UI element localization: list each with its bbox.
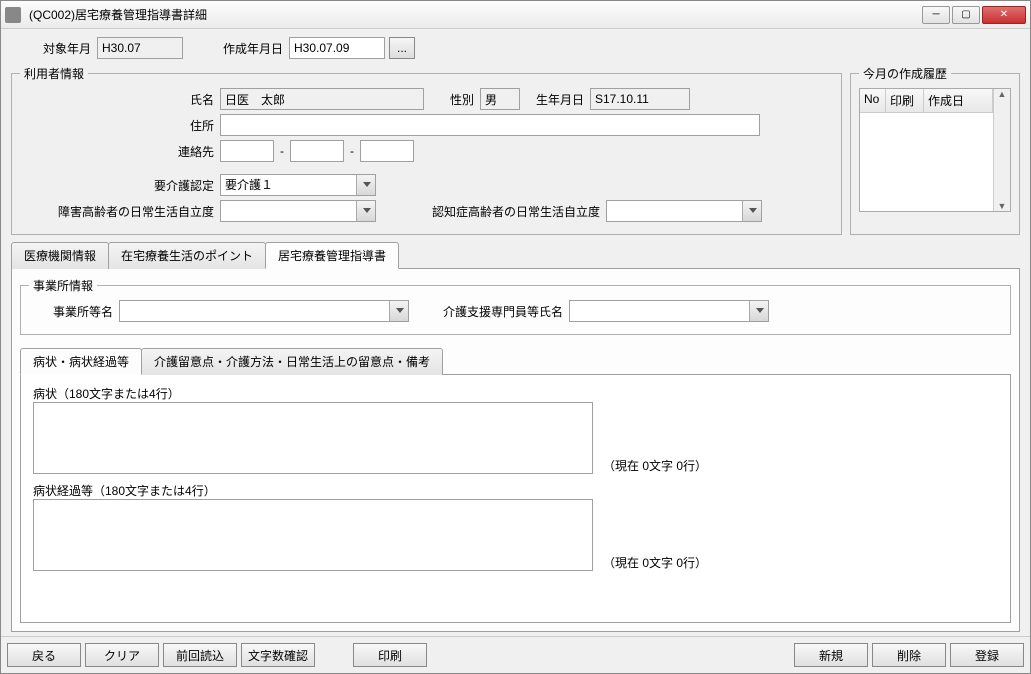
created-date-label: 作成年月日 bbox=[183, 40, 289, 57]
name-label: 氏名 bbox=[20, 91, 220, 108]
contact-field-1[interactable] bbox=[220, 140, 274, 162]
history-body[interactable] bbox=[860, 113, 993, 211]
app-icon bbox=[5, 7, 21, 23]
date-picker-button[interactable]: ... bbox=[389, 37, 415, 59]
history-col-no: No bbox=[860, 89, 886, 112]
care-mgr-label: 介護支援専門員等氏名 bbox=[409, 303, 569, 320]
condition-textarea[interactable] bbox=[33, 402, 593, 474]
dementia-adl-label: 認知症高齢者の日常生活自立度 bbox=[376, 203, 606, 220]
office-name-select[interactable] bbox=[119, 300, 409, 322]
sex-field[interactable] bbox=[480, 88, 520, 110]
history-col-print: 印刷 bbox=[886, 89, 924, 112]
care-level-select[interactable]: 要介護１ bbox=[220, 174, 376, 196]
history-col-date: 作成日 bbox=[924, 89, 993, 112]
history-group: 今月の作成履歴 No 印刷 作成日 ▲▼ bbox=[850, 65, 1020, 235]
user-info-group: 利用者情報 氏名 性別 生年月日 住所 連絡先 - bbox=[11, 65, 842, 235]
birth-field[interactable] bbox=[590, 88, 690, 110]
print-button[interactable]: 印刷 bbox=[353, 643, 427, 667]
care-level-label: 要介護認定 bbox=[20, 177, 220, 194]
inner-tab-panel: 病状（180文字または4行） （現在 0文字 0行） 病状経過等（180文字また… bbox=[20, 374, 1011, 623]
char-check-button[interactable]: 文字数確認 bbox=[241, 643, 315, 667]
disabled-adl-select[interactable] bbox=[220, 200, 376, 222]
back-button[interactable]: 戻る bbox=[7, 643, 81, 667]
inner-tab-care-notes[interactable]: 介護留意点・介護方法・日常生活上の留意点・備考 bbox=[141, 348, 443, 375]
condition-section1-label: 病状（180文字または4行） bbox=[33, 385, 998, 402]
contact-field-2[interactable] bbox=[290, 140, 344, 162]
register-button[interactable]: 登録 bbox=[950, 643, 1024, 667]
new-button[interactable]: 新規 bbox=[794, 643, 868, 667]
created-date-field[interactable] bbox=[289, 37, 385, 59]
tab-home-care-points[interactable]: 在宅療養生活のポイント bbox=[108, 242, 266, 269]
contact-label: 連絡先 bbox=[20, 143, 220, 160]
title-bar: (QC002)居宅療養管理指導書詳細 ─ ▢ ✕ bbox=[1, 1, 1030, 29]
maximize-button[interactable]: ▢ bbox=[952, 6, 980, 24]
birth-label: 生年月日 bbox=[520, 91, 590, 108]
progress-textarea[interactable] bbox=[33, 499, 593, 571]
condition-counter-1: （現在 0文字 0行） bbox=[603, 457, 707, 474]
target-month-label: 対象年月 bbox=[37, 40, 97, 57]
condition-counter-2: （現在 0文字 0行） bbox=[603, 554, 707, 571]
inner-tabs: 病状・病状経過等 介護留意点・介護方法・日常生活上の留意点・備考 bbox=[20, 347, 1011, 374]
contact-sep-1: - bbox=[274, 144, 290, 158]
contact-field-3[interactable] bbox=[360, 140, 414, 162]
clear-button[interactable]: クリア bbox=[85, 643, 159, 667]
tab-home-care-guidance[interactable]: 居宅療養管理指導書 bbox=[265, 242, 399, 269]
address-field[interactable] bbox=[220, 114, 760, 136]
target-month-field[interactable] bbox=[97, 37, 183, 59]
disabled-adl-label: 障害高齢者の日常生活自立度 bbox=[20, 203, 220, 220]
bottom-toolbar: 戻る クリア 前回読込 文字数確認 印刷 新規 削除 登録 bbox=[1, 636, 1030, 673]
user-info-legend: 利用者情報 bbox=[20, 65, 88, 82]
inner-tab-condition[interactable]: 病状・病状経過等 bbox=[20, 348, 142, 375]
minimize-button[interactable]: ─ bbox=[922, 6, 950, 24]
office-info-legend: 事業所情報 bbox=[29, 277, 97, 294]
care-mgr-select[interactable] bbox=[569, 300, 769, 322]
app-window: (QC002)居宅療養管理指導書詳細 ─ ▢ ✕ 対象年月 作成年月日 ... … bbox=[0, 0, 1031, 674]
name-field[interactable] bbox=[220, 88, 424, 110]
main-tabs: 医療機関情報 在宅療養生活のポイント 居宅療養管理指導書 bbox=[11, 241, 1020, 268]
history-legend: 今月の作成履歴 bbox=[859, 65, 951, 82]
close-button[interactable]: ✕ bbox=[982, 6, 1026, 24]
history-scrollbar[interactable]: ▲▼ bbox=[993, 89, 1010, 211]
window-title: (QC002)居宅療養管理指導書詳細 bbox=[25, 6, 922, 23]
address-label: 住所 bbox=[20, 117, 220, 134]
office-info-group: 事業所情報 事業所等名 介護支援専門員等氏名 bbox=[20, 277, 1011, 335]
tab-medical-institution[interactable]: 医療機関情報 bbox=[11, 242, 109, 269]
delete-button[interactable]: 削除 bbox=[872, 643, 946, 667]
sex-label: 性別 bbox=[424, 91, 480, 108]
prev-load-button[interactable]: 前回読込 bbox=[163, 643, 237, 667]
office-name-label: 事業所等名 bbox=[29, 303, 119, 320]
history-table: No 印刷 作成日 ▲▼ bbox=[859, 88, 1011, 212]
main-tab-panel: 事業所情報 事業所等名 介護支援専門員等氏名 病状・病状経過等 介護留意点・介護… bbox=[11, 268, 1020, 632]
contact-sep-2: - bbox=[344, 144, 360, 158]
condition-section2-label: 病状経過等（180文字または4行） bbox=[33, 482, 998, 499]
dementia-adl-select[interactable] bbox=[606, 200, 762, 222]
